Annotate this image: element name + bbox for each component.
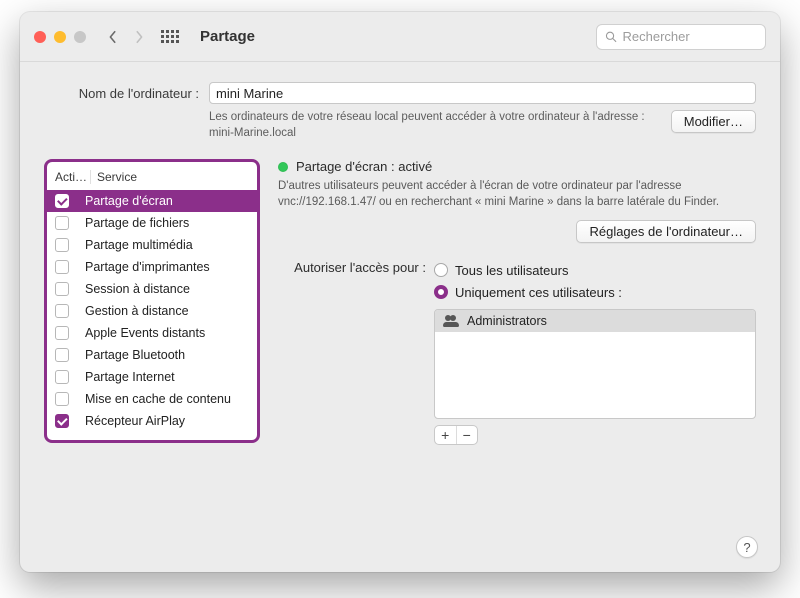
- service-label: Apple Events distants: [85, 326, 205, 340]
- service-label: Récepteur AirPlay: [85, 414, 185, 428]
- forward-button[interactable]: [130, 26, 148, 48]
- window-controls: [34, 31, 86, 43]
- radio-all-users[interactable]: Tous les utilisateurs: [434, 259, 756, 281]
- service-detail: Partage d'écran : activé D'autres utilis…: [278, 159, 756, 445]
- service-row[interactable]: Gestion à distance: [47, 300, 257, 322]
- preferences-window: Partage Nom de l'ordinateur : Les ordina…: [20, 12, 780, 572]
- search-icon: [605, 30, 617, 43]
- service-row[interactable]: Partage Internet: [47, 366, 257, 388]
- service-label: Mise en cache de contenu: [85, 392, 231, 406]
- service-checkbox[interactable]: [55, 392, 69, 406]
- page-title: Partage: [200, 28, 255, 45]
- service-row[interactable]: Partage d'imprimantes: [47, 256, 257, 278]
- back-button[interactable]: [104, 26, 122, 48]
- service-label: Gestion à distance: [85, 304, 189, 318]
- service-label: Partage multimédia: [85, 238, 193, 252]
- service-checkbox[interactable]: [55, 326, 69, 340]
- modify-button[interactable]: Modifier…: [671, 110, 756, 133]
- status-dot-icon: [278, 162, 288, 172]
- computer-settings-button[interactable]: Réglages de l'ordinateur…: [576, 220, 756, 243]
- status-line: Partage d'écran : activé: [278, 159, 756, 174]
- service-checkbox[interactable]: [55, 194, 69, 208]
- help-button[interactable]: ?: [736, 536, 758, 558]
- service-label: Partage Bluetooth: [85, 348, 185, 362]
- show-all-button[interactable]: [160, 27, 180, 47]
- access-label: Autoriser l'accès pour :: [278, 259, 426, 275]
- service-checkbox[interactable]: [55, 216, 69, 230]
- radio-all-label: Tous les utilisateurs: [455, 263, 568, 278]
- status-title: Partage d'écran : activé: [296, 159, 432, 174]
- service-label: Partage Internet: [85, 370, 175, 384]
- computer-name-label: Nom de l'ordinateur :: [44, 86, 199, 101]
- add-remove-buttons: + −: [434, 425, 478, 445]
- service-row[interactable]: Session à distance: [47, 278, 257, 300]
- search-input[interactable]: [623, 29, 758, 44]
- search-field[interactable]: [596, 24, 766, 50]
- column-active[interactable]: Acti…: [55, 170, 91, 184]
- users-group-icon: [443, 315, 459, 327]
- computer-name-input[interactable]: [209, 82, 756, 104]
- content: Nom de l'ordinateur : Les ordinateurs de…: [20, 62, 780, 572]
- status-description: D'autres utilisateurs peuvent accéder à …: [278, 178, 756, 210]
- service-checkbox[interactable]: [55, 304, 69, 318]
- maximize-icon: [74, 31, 86, 43]
- services-header: Acti… Service: [47, 166, 257, 190]
- add-user-button[interactable]: +: [435, 426, 457, 444]
- toolbar: Partage: [20, 12, 780, 62]
- column-service[interactable]: Service: [91, 170, 249, 184]
- user-name: Administrators: [467, 314, 547, 328]
- service-checkbox[interactable]: [55, 282, 69, 296]
- services-list: Partage d'écran Partage de fichiers Partag…: [47, 190, 257, 432]
- service-label: Partage d'écran: [85, 194, 173, 208]
- service-label: Partage de fichiers: [85, 216, 189, 230]
- service-checkbox[interactable]: [55, 348, 69, 362]
- radio-only-users[interactable]: Uniquement ces utilisateurs :: [434, 281, 756, 303]
- service-label: Session à distance: [85, 282, 190, 296]
- service-row[interactable]: Partage de fichiers: [47, 212, 257, 234]
- service-row[interactable]: Récepteur AirPlay: [47, 410, 257, 432]
- service-label: Partage d'imprimantes: [85, 260, 210, 274]
- service-row[interactable]: Partage multimédia: [47, 234, 257, 256]
- service-checkbox[interactable]: [55, 260, 69, 274]
- service-checkbox[interactable]: [55, 370, 69, 384]
- service-checkbox[interactable]: [55, 238, 69, 252]
- radio-icon: [434, 263, 448, 277]
- close-icon[interactable]: [34, 31, 46, 43]
- radio-icon: [434, 285, 448, 299]
- service-row[interactable]: Apple Events distants: [47, 322, 257, 344]
- services-panel: Acti… Service Partage d'écran Partage de …: [44, 159, 260, 443]
- allowed-users-list[interactable]: Administrators: [434, 309, 756, 419]
- service-row[interactable]: Partage d'écran: [47, 190, 257, 212]
- minimize-icon[interactable]: [54, 31, 66, 43]
- remove-user-button[interactable]: −: [457, 426, 478, 444]
- service-row[interactable]: Mise en cache de contenu: [47, 388, 257, 410]
- service-row[interactable]: Partage Bluetooth: [47, 344, 257, 366]
- service-checkbox[interactable]: [55, 414, 69, 428]
- radio-only-label: Uniquement ces utilisateurs :: [455, 285, 622, 300]
- computer-name-description: Les ordinateurs de votre réseau local pe…: [209, 110, 661, 141]
- user-row[interactable]: Administrators: [435, 310, 755, 332]
